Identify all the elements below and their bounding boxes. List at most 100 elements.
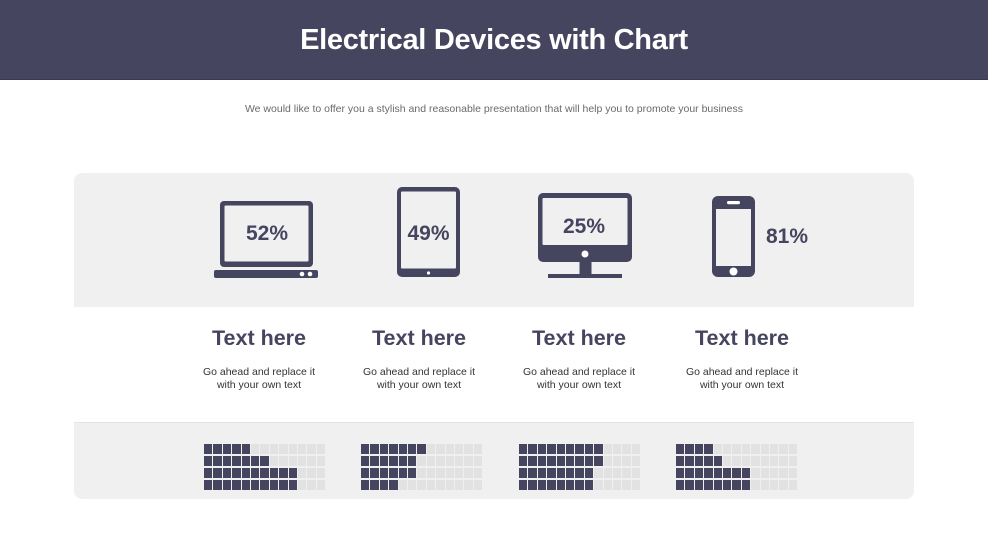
waffle-cell-filled [685,444,694,454]
waffle-cell-filled [537,444,547,454]
waffle-cell-filled [398,444,407,454]
waffle-cell-filled [222,480,232,490]
smartphone-percent-label: 81% [766,225,809,248]
waffle-cell-filled [398,468,407,478]
waffle-cell-empty [622,480,631,490]
waffle-cell-empty [612,456,622,466]
waffle-cell-empty [436,468,445,478]
waffle-cell-filled [213,480,222,490]
waffle-cell-empty [316,456,326,466]
waffle-cell-empty [622,444,631,454]
waffle-cell-empty [760,456,769,466]
waffle-cell-filled [398,456,407,466]
waffle-cell-empty [473,456,483,466]
waffle-cell-filled [519,456,528,466]
waffle-cell-filled [519,468,528,478]
waffle-cell-filled [713,468,722,478]
waffle-cell-empty [316,444,326,454]
waffle-cell-empty [407,480,417,490]
description-line: Go ahead and replace it [685,366,799,378]
waffle-cell-empty [788,456,798,466]
waffle-cell-empty [779,456,788,466]
waffle-cell-empty [398,480,407,490]
waffle-cell-filled [250,480,260,490]
device-title: Text here [372,326,466,350]
waffle-cell-empty [279,444,288,454]
waffle-cell-empty [297,468,307,478]
waffle-cell-empty [779,468,788,478]
waffle-cell-filled [232,480,241,490]
waffle-cell-filled [584,456,594,466]
waffle-cell-filled [528,444,537,454]
waffle-cell-filled [556,456,565,466]
tablet-percent-label: 49% [407,222,450,245]
waffle-cell-empty [631,468,641,478]
waffle-cell-filled [389,480,398,490]
waffle-cell-filled [537,456,547,466]
waffle-cell-filled [407,444,417,454]
subtitle: We would like to offer you a stylish and… [244,103,744,115]
waffle-cell-empty [603,444,612,454]
waffle-cell-empty [751,444,760,454]
waffle-cell-empty [269,456,279,466]
waffle-cell-filled [241,480,250,490]
description-line: with your own text [536,378,622,391]
waffle-cell-filled [713,456,722,466]
waffle-cell-empty [760,444,769,454]
waffle-cell-filled [732,468,741,478]
device-description: Go ahead and replace it with your own te… [174,366,344,391]
waffle-cell-empty [732,456,741,466]
waffle-cell-empty [769,444,779,454]
waffle-cell-filled [279,468,288,478]
waffle-cell-empty [464,468,473,478]
waffle-cell-empty [307,480,316,490]
waffle-cell-filled [694,480,704,490]
waffle-cell-filled [704,480,713,490]
waffle-cell-empty [760,468,769,478]
waffle-cell-filled [556,480,565,490]
waffle-cell-filled [260,456,269,466]
waffle-cell-filled [213,444,222,454]
waffle-cell-empty [307,456,316,466]
waffle-cell-empty [297,444,307,454]
waffle-cell-filled [370,480,379,490]
waffle-cell-filled [694,444,704,454]
waffle-cell-filled [537,468,547,478]
waffle-cell-empty [473,468,483,478]
waffle-cell-empty [279,456,288,466]
waffle-cell-filled [594,456,603,466]
waffle-cell-empty [722,444,732,454]
waffle-cell-empty [464,480,473,490]
waffle-cell-filled [556,444,565,454]
waffle-cell-filled [222,456,232,466]
waffle-cell-empty [603,468,612,478]
waffle-cell-empty [288,456,297,466]
device-title: Text here [532,326,626,350]
waffle-cell-filled [547,444,556,454]
header-bar: Electrical Devices with Chart [0,0,988,80]
waffle-cell-empty [250,444,260,454]
waffle-cell-filled [241,468,250,478]
waffle-cell-empty [612,444,622,454]
waffle-cell-filled [250,456,260,466]
waffle-cell-filled [528,468,537,478]
waffle-cell-filled [584,468,594,478]
waffle-cell-filled [213,456,222,466]
waffle-cell-filled [389,468,398,478]
waffle-cell-filled [594,444,603,454]
waffle-cell-empty [445,444,454,454]
waffle-cell-empty [316,468,326,478]
device-title: Text here [695,326,789,350]
waffle-cell-filled [565,468,575,478]
waffle-cell-filled [584,480,594,490]
waffle-cell-filled [204,444,213,454]
waffle-cell-empty [473,480,483,490]
waffle-cell-filled [288,480,297,490]
device-text-block: Text here Go ahead and replace it with y… [657,323,827,391]
page-title: Electrical Devices with Chart [300,24,688,56]
waffle-cell-empty [297,456,307,466]
waffle-cell-filled [361,444,370,454]
waffle-cell-empty [454,468,464,478]
waffle-cell-filled [528,456,537,466]
waffle-cell-empty [316,480,326,490]
